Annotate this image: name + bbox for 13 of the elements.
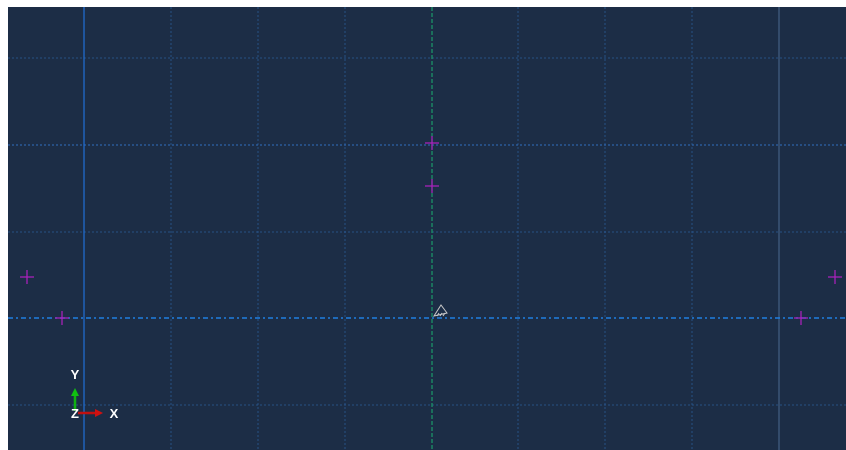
z-axis-label: Z xyxy=(71,406,79,421)
y-axis-label: Y xyxy=(70,367,80,382)
point-marker-icon xyxy=(55,311,69,325)
point-marker-icon xyxy=(425,179,439,193)
point-marker-icon xyxy=(20,270,34,284)
x-axis-label: X xyxy=(110,406,118,421)
fixed-constraint-icon xyxy=(432,304,448,317)
y-axis-arrow-icon xyxy=(71,388,79,411)
point-marker-icon xyxy=(794,311,808,325)
x-axis-arrow-icon xyxy=(78,409,103,417)
point-marker-icon xyxy=(425,136,439,150)
point-marker-icon xyxy=(828,270,842,284)
sketch-canvas[interactable]: Y Z X xyxy=(8,7,846,450)
